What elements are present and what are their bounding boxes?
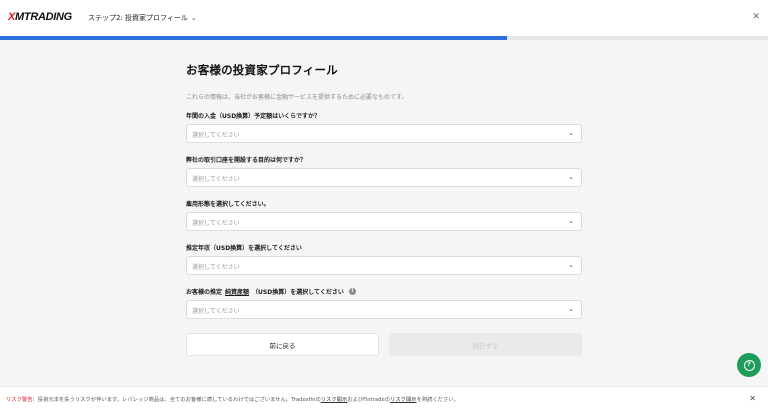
step-dropdown[interactable]: ステップ2: 投資家プロフィール ⌄ [88,13,197,23]
step-label: ステップ2: 投資家プロフィール [88,14,188,22]
chevron-down-icon: ⌄ [568,217,574,225]
xm-logo[interactable]: XMTRADING [8,11,72,23]
close-icon[interactable]: ✕ [749,394,756,403]
chevron-down-icon: ⌄ [568,261,574,269]
form-actions: 前に戻る 続行する [186,333,582,356]
chevron-down-icon: ⌄ [568,305,574,313]
select-placeholder: 選択してください [192,220,240,227]
select-placeholder: 選択してください [192,264,240,271]
chevron-down-icon: ⌄ [568,173,574,181]
chat-help-icon: ? [743,359,755,371]
back-button[interactable]: 前に戻る [186,333,379,356]
risk-disclosure-link-tradexfin[interactable]: リスク開示 [321,397,348,403]
purpose-select[interactable]: 選択してください ⌄ [186,168,582,187]
risk-warning-bar: リスク警告：投資元本を失うリスクが伴います。レバレッジ商品は、全てのお客様に適し… [0,386,768,411]
form-description: これらの情報は、当社がお客様に金融サービスを提供するために必要なものです。 [186,94,408,101]
investor-profile-form: お客様の投資家プロフィール これらの情報は、当社がお客様に金融サービスを提供する… [186,62,582,356]
close-icon[interactable]: ✕ [752,12,760,22]
top-bar: XMTRADING ステップ2: 投資家プロフィール ⌄ ✕ [0,0,768,36]
question-label-income: 推定年収（USD換算）を選択してください [186,245,302,252]
progress-bar [0,36,768,40]
select-placeholder: 選択してください [192,176,240,183]
net-worth-link[interactable]: 純資産額 [225,287,249,296]
question-label-net-worth: お客様の推定 純資産額 （USD換算）を選択してください i [186,287,582,296]
chat-button[interactable]: ? [737,353,761,377]
chevron-down-icon: ⌄ [190,14,197,22]
page-title: お客様の投資家プロフィール [186,63,338,77]
risk-warning-text: リスク警告：投資元本を失うリスクが伴います。レバレッジ商品は、全てのお客様に適し… [6,397,459,403]
chevron-down-icon: ⌄ [568,129,574,137]
income-select[interactable]: 選択してください ⌄ [186,256,582,275]
employment-select[interactable]: 選択してください ⌄ [186,212,582,231]
risk-disclosure-link-fintrade[interactable]: リスク開示 [390,397,417,403]
deposit-select[interactable]: 選択してください ⌄ [186,124,582,143]
select-placeholder: 選択してください [192,308,240,315]
question-label-purpose: 弊社の取引口座を開設する目的は何ですか？ [186,157,307,164]
question-label-deposit: 年間の入金（USD換算）予定額はいくらですか？ [186,113,320,120]
risk-warning-label: リスク警告： [6,397,38,403]
continue-button[interactable]: 続行する [389,333,582,356]
question-label-employment: 雇用形態を選択してください。 [186,201,270,208]
progress-fill [0,36,507,40]
net-worth-select[interactable]: 選択してください ⌄ [186,300,582,319]
info-icon[interactable]: i [348,288,356,295]
select-placeholder: 選択してください [192,132,240,139]
